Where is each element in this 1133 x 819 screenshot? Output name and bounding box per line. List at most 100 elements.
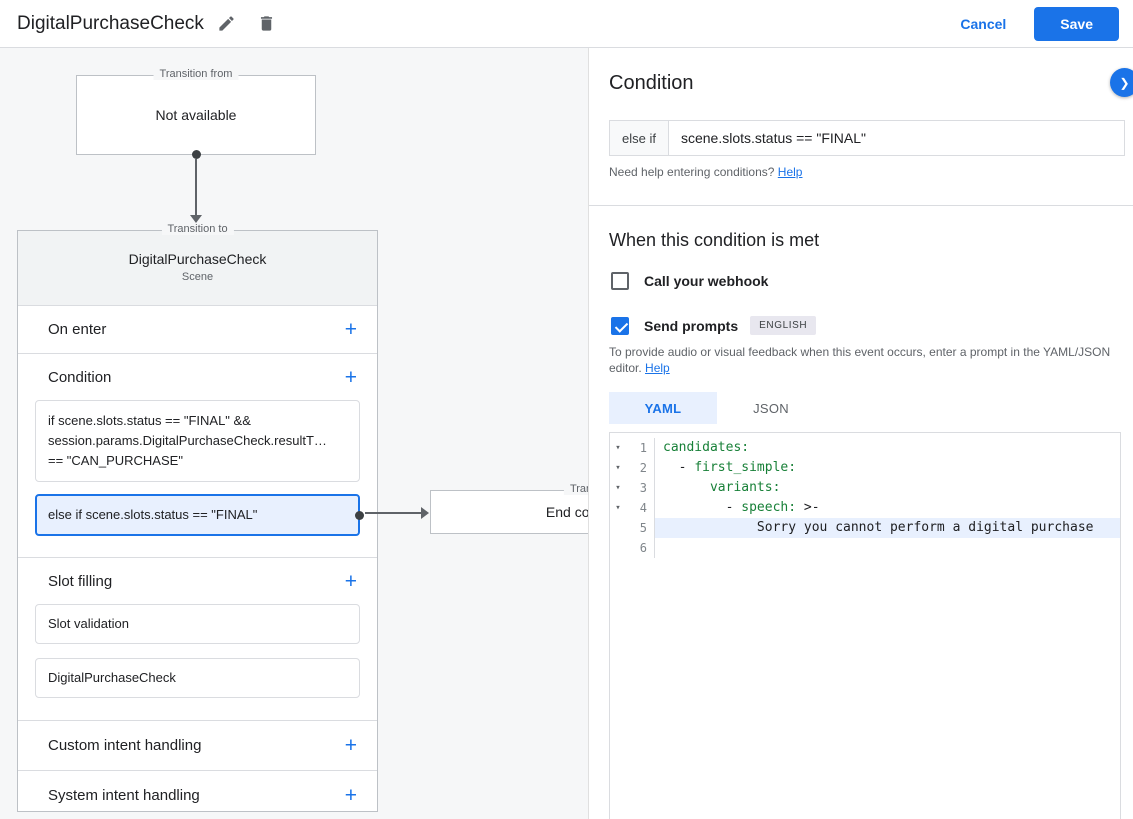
add-condition-button[interactable]: + <box>345 367 357 388</box>
condition-item-1-text: if scene.slots.status == "FINAL" && sess… <box>48 413 327 468</box>
connector-line <box>365 512 421 514</box>
fold-toggle-icon[interactable]: ▾ <box>610 438 626 458</box>
custom-intent-label: Custom intent handling <box>48 737 202 754</box>
tab-yaml[interactable]: YAML <box>609 392 717 424</box>
condition-expression-row: else if <box>609 120 1125 156</box>
condition-help-link[interactable]: Help <box>778 165 803 179</box>
add-slot-button[interactable]: + <box>345 571 357 592</box>
gutter: ▾ 2 <box>610 458 654 478</box>
connector-dot[interactable] <box>192 150 201 159</box>
help-text: Need help entering conditions? <box>609 165 778 179</box>
section-slot-filling: Slot filling + Slot validation DigitalPu… <box>18 558 377 721</box>
code-line-4: ▾ 4 - speech: >- <box>610 498 1120 518</box>
send-prompts-checkbox[interactable] <box>611 316 629 335</box>
connector-line <box>195 159 197 215</box>
code-line-2: ▾ 2 - first_simple: <box>610 458 1120 478</box>
condition-item-1[interactable]: if scene.slots.status == "FINAL" && sess… <box>35 400 360 482</box>
chevron-right-icon: ❯ <box>1119 75 1130 90</box>
gutter: 6 <box>610 538 654 558</box>
prompt-hint-help-link[interactable]: Help <box>645 361 670 375</box>
fold-toggle-icon[interactable]: ▾ <box>610 498 626 518</box>
scene-node-title: DigitalPurchaseCheck <box>128 251 267 267</box>
code-text: variants: <box>654 478 1120 498</box>
language-badge: ENGLISH <box>750 316 817 335</box>
slot-item-2-text: DigitalPurchaseCheck <box>48 670 176 685</box>
section-padding <box>18 710 377 720</box>
section-on-enter: On enter + <box>18 306 377 354</box>
top-bar: DigitalPurchaseCheck Cancel Save <box>0 0 1133 48</box>
trash-icon <box>261 16 273 31</box>
gutter: ▾ 1 <box>610 438 654 458</box>
condition-item-2-text: else if scene.slots.status == "FINAL" <box>48 507 258 522</box>
divider <box>589 205 1133 206</box>
gutter: ▾ 3 <box>610 478 654 498</box>
add-custom-intent-button[interactable]: + <box>345 735 357 756</box>
edit-title-button[interactable] <box>210 7 244 41</box>
line-number: 1 <box>639 441 647 455</box>
condition-met-heading: When this condition is met <box>609 230 820 250</box>
scene-node: Transition to DigitalPurchaseCheck Scene… <box>17 223 378 812</box>
system-intent-label: System intent handling <box>48 787 200 804</box>
webhook-check-row: Call your webhook <box>611 272 768 290</box>
call-webhook-label: Call your webhook <box>644 273 769 289</box>
collapse-panel-button[interactable]: ❯ <box>1110 68 1133 97</box>
section-padding <box>18 548 377 557</box>
section-condition: Condition + if scene.slots.status == "FI… <box>18 354 377 558</box>
gutter: 5 <box>610 518 654 538</box>
on-enter-row: On enter + <box>18 306 377 353</box>
system-intent-row: System intent handling + <box>18 771 377 819</box>
fold-toggle-icon[interactable]: ▾ <box>610 478 626 498</box>
condition-expression-input[interactable] <box>668 121 1124 155</box>
scene-node-header[interactable]: DigitalPurchaseCheck Scene <box>18 231 377 306</box>
tab-json[interactable]: JSON <box>717 392 825 424</box>
code-line-3: ▾ 3 variants: <box>610 478 1120 498</box>
slot-item-1[interactable]: Slot validation <box>35 604 360 644</box>
arrow-down-icon <box>190 215 202 223</box>
page-title: DigitalPurchaseCheck <box>17 12 204 34</box>
transition-to-label: Transition to <box>161 223 234 235</box>
cancel-button[interactable]: Cancel <box>944 8 1022 40</box>
prompt-hint-text: To provide audio or visual feedback when… <box>609 345 1111 375</box>
condition-item-2-selected[interactable]: else if scene.slots.status == "FINAL" <box>35 494 364 536</box>
slot-filling-label: Slot filling <box>48 572 113 590</box>
panel-title: Condition <box>609 72 694 94</box>
code-line-6: 6 <box>610 538 1120 558</box>
code-text: - first_simple: <box>654 458 1120 478</box>
code-text: - speech: >- <box>654 498 1120 518</box>
code-line-5: 5 Sorry you cannot perform a digital pur… <box>610 518 1120 538</box>
delete-scene-button[interactable] <box>250 7 284 41</box>
yaml-code-editor[interactable]: ▾ 1 candidates: ▾ 2 - first_simple: ▾ 3 var… <box>609 432 1121 819</box>
slot-item-1-text: Slot validation <box>48 616 129 631</box>
custom-intent-row: Custom intent handling + <box>18 721 377 770</box>
scene-node-subtitle: Scene <box>181 271 214 283</box>
connector-dot[interactable] <box>355 511 364 520</box>
add-on-enter-button[interactable]: + <box>345 319 357 340</box>
editor-tabs: YAML JSON <box>609 392 825 424</box>
send-prompts-label: Send prompts <box>644 317 739 334</box>
save-button[interactable]: Save <box>1034 6 1119 41</box>
fold-toggle-icon[interactable]: ▾ <box>610 458 626 478</box>
line-number: 2 <box>639 461 647 475</box>
transition-from-value: Not available <box>155 107 237 123</box>
code-text: candidates: <box>654 438 1120 458</box>
line-number: 6 <box>639 541 647 555</box>
transition-from-node[interactable]: Transition from Not available <box>76 68 316 155</box>
gutter: ▾ 4 <box>610 498 654 518</box>
add-system-intent-button[interactable]: + <box>345 785 357 806</box>
line-number: 5 <box>639 521 647 535</box>
else-if-prefix: else if <box>610 121 669 155</box>
section-system-intent: System intent handling + <box>18 771 377 819</box>
slot-item-2[interactable]: DigitalPurchaseCheck <box>35 658 360 698</box>
code-text: Sorry you cannot perform a digital purch… <box>654 518 1120 538</box>
code-text <box>654 538 1120 558</box>
slot-filling-row: Slot filling + <box>18 558 377 604</box>
line-number: 3 <box>639 481 647 495</box>
call-webhook-checkbox[interactable] <box>611 272 629 290</box>
condition-label: Condition <box>48 368 112 386</box>
line-number: 4 <box>639 501 647 515</box>
transition-from-label: Transition from <box>153 68 239 80</box>
condition-row: Condition + <box>18 354 377 400</box>
section-custom-intent: Custom intent handling + <box>18 721 377 771</box>
send-prompts-check-row: Send prompts ENGLISH <box>611 316 817 335</box>
arrow-right-icon <box>421 507 429 519</box>
